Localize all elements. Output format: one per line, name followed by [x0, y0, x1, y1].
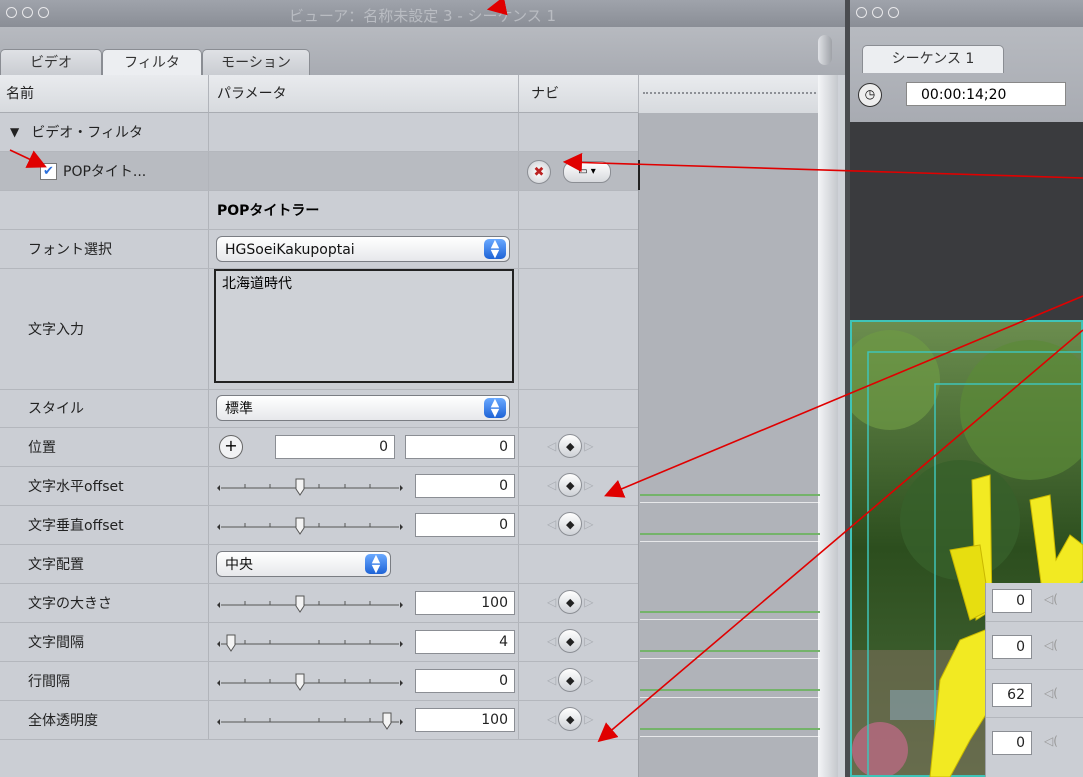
annotation-arrows [9, 0, 1083, 743]
